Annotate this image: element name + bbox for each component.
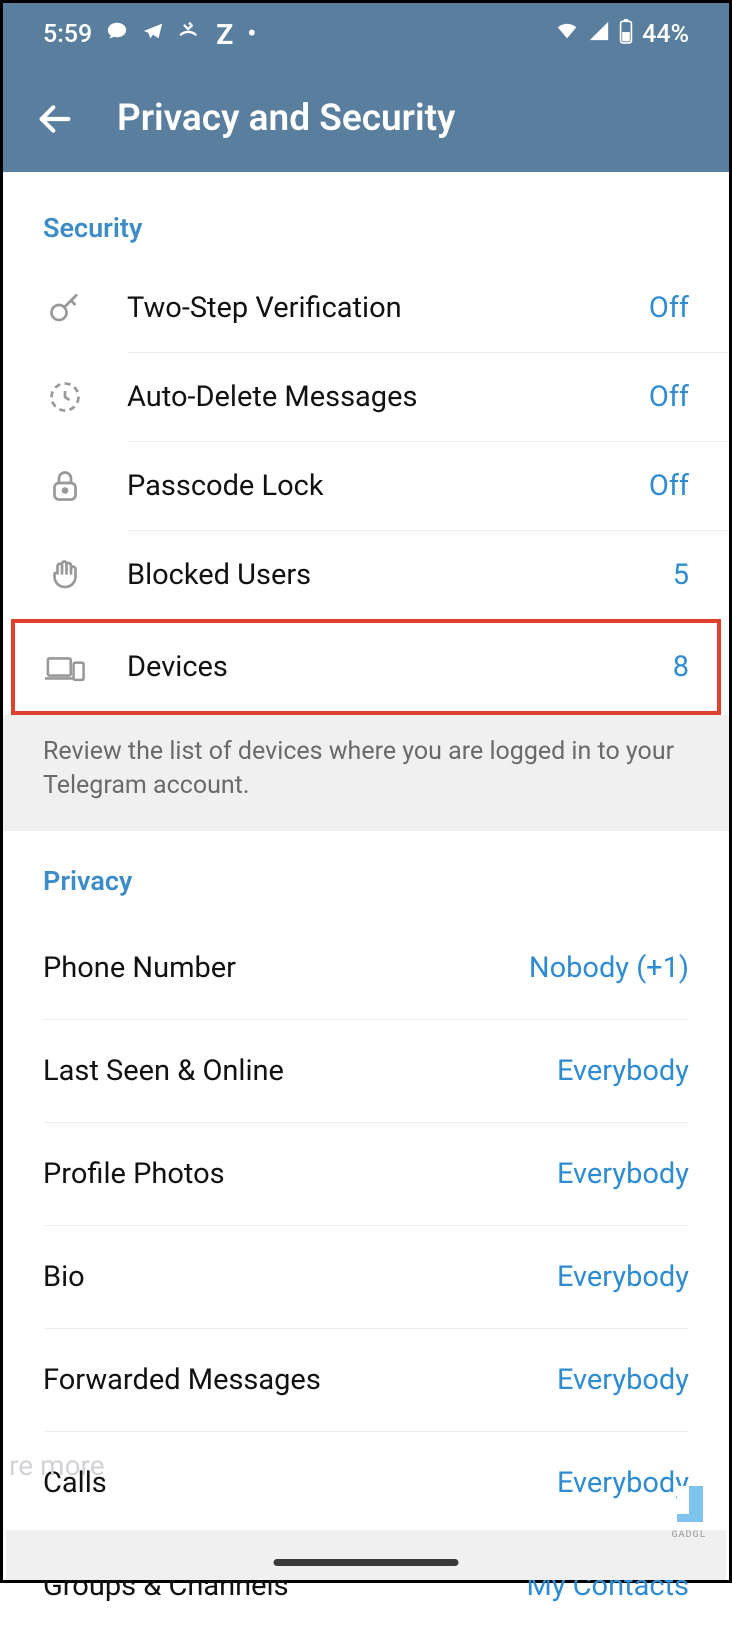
hand-icon <box>43 553 87 597</box>
profile-photos-row[interactable]: Profile Photos Everybody <box>3 1123 729 1225</box>
security-footer-note: Review the list of devices where you are… <box>3 715 729 831</box>
devices-row[interactable]: Devices 8 <box>15 623 717 711</box>
row-value: Nobody (+1) <box>529 951 689 985</box>
passcode-lock-row[interactable]: Passcode Lock Off <box>3 442 729 530</box>
two-step-verification-row[interactable]: Two-Step Verification Off <box>3 264 729 352</box>
devices-icon <box>43 645 87 689</box>
privacy-section: Privacy Phone Number Nobody (+1) Last Se… <box>3 831 729 1637</box>
back-button[interactable] <box>33 97 77 141</box>
row-value: Everybody <box>557 1054 689 1088</box>
blocked-users-row[interactable]: Blocked Users 5 <box>3 531 729 619</box>
last-seen-row[interactable]: Last Seen & Online Everybody <box>3 1020 729 1122</box>
watermark: GADGL <box>667 1482 711 1526</box>
row-value: Off <box>649 291 689 325</box>
row-label: Last Seen & Online <box>43 1054 557 1088</box>
row-label: Two-Step Verification <box>127 291 649 325</box>
phone-number-row[interactable]: Phone Number Nobody (+1) <box>3 917 729 1019</box>
row-label: Phone Number <box>43 951 529 985</box>
lock-icon <box>43 464 87 508</box>
row-label: Devices <box>127 650 673 684</box>
android-nav-handle[interactable] <box>274 1559 459 1566</box>
key-icon <box>43 286 87 330</box>
status-right: 44% <box>554 18 689 51</box>
status-bar: 5:59 Z • 44% <box>3 3 729 65</box>
battery-icon <box>618 18 634 51</box>
row-value: Everybody <box>557 1157 689 1191</box>
devices-highlight: Devices 8 <box>11 619 721 715</box>
status-time: 5:59 <box>43 20 92 49</box>
status-left: 5:59 Z • <box>43 18 256 51</box>
telegram-icon <box>142 20 164 49</box>
calls-row[interactable]: Calls Everybody <box>3 1432 729 1534</box>
row-value: Off <box>649 469 689 503</box>
row-label: Calls <box>43 1466 557 1500</box>
row-label: Forwarded Messages <box>43 1363 557 1397</box>
chat-bubble-icon <box>106 20 128 49</box>
bottom-spacer <box>6 1530 726 1580</box>
z-icon: Z <box>216 18 233 51</box>
timer-icon <box>43 375 87 419</box>
row-value: Everybody <box>557 1363 689 1397</box>
dot-icon: • <box>247 19 256 49</box>
row-label: Passcode Lock <box>127 469 649 503</box>
privacy-header: Privacy <box>3 831 729 917</box>
page-title: Privacy and Security <box>117 97 455 140</box>
row-label: Blocked Users <box>127 558 673 592</box>
bio-row[interactable]: Bio Everybody <box>3 1226 729 1328</box>
app-bar: Privacy and Security <box>3 65 729 172</box>
row-label: Bio <box>43 1260 557 1294</box>
row-label: Auto-Delete Messages <box>127 380 649 414</box>
auto-delete-messages-row[interactable]: Auto-Delete Messages Off <box>3 353 729 441</box>
arrow-left-icon <box>35 99 75 139</box>
row-value: Everybody <box>557 1260 689 1294</box>
watermark-text: GADGL <box>667 1530 711 1541</box>
cellular-icon <box>588 20 610 49</box>
battery-percent: 44% <box>642 20 689 49</box>
missed-call-icon <box>178 20 202 49</box>
wifi-icon <box>554 20 580 49</box>
row-value: Off <box>649 380 689 414</box>
security-header: Security <box>3 172 729 264</box>
row-value: 8 <box>673 650 689 684</box>
row-label: Profile Photos <box>43 1157 557 1191</box>
faded-overlay-text: re more <box>3 1449 105 1482</box>
forwarded-messages-row[interactable]: Forwarded Messages Everybody <box>3 1329 729 1431</box>
security-section: Security Two-Step Verification Off Auto-… <box>3 172 729 715</box>
row-value: 5 <box>673 558 689 592</box>
